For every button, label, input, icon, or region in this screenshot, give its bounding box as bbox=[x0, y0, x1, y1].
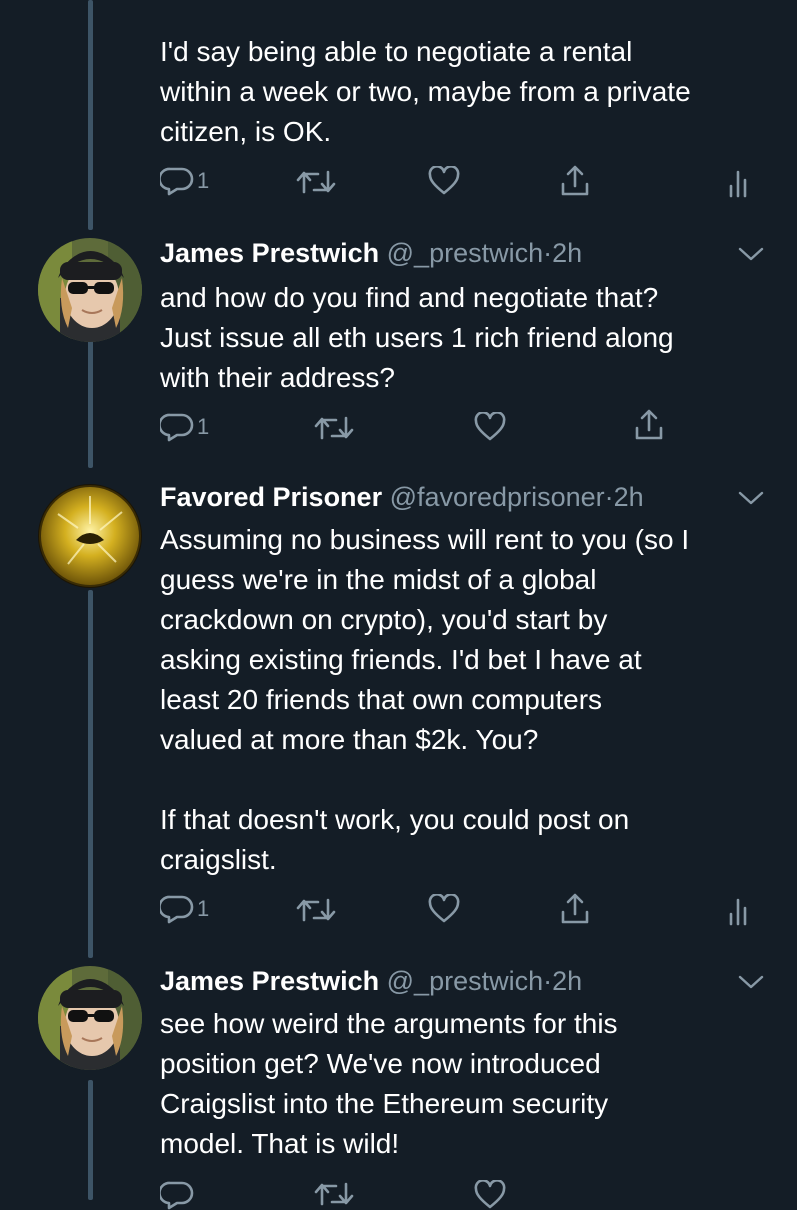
avatar-image bbox=[38, 966, 142, 1070]
like-button[interactable] bbox=[474, 412, 506, 442]
reply-button[interactable]: 1 bbox=[160, 166, 209, 196]
like-button[interactable] bbox=[474, 1180, 506, 1210]
chevron-down-icon[interactable] bbox=[738, 490, 764, 506]
reply-button[interactable]: 1 bbox=[160, 894, 209, 924]
avatar[interactable] bbox=[38, 238, 142, 342]
like-button[interactable] bbox=[428, 166, 460, 196]
tweet-header: Favored Prisoner @favoredprisoner·2h bbox=[160, 480, 644, 514]
separator: · bbox=[543, 238, 553, 268]
analytics-icon bbox=[729, 898, 747, 926]
timestamp[interactable]: 2h bbox=[552, 238, 582, 268]
retweet-icon bbox=[314, 1182, 354, 1206]
username[interactable]: @_prestwich bbox=[387, 238, 543, 268]
retweet-icon bbox=[296, 170, 336, 194]
analytics-button[interactable] bbox=[728, 168, 748, 198]
chevron-down-icon[interactable] bbox=[738, 974, 764, 990]
heart-icon bbox=[428, 166, 460, 195]
tweet-header: James Prestwich @_prestwich·2h bbox=[160, 964, 582, 998]
thread-line bbox=[88, 334, 93, 468]
share-icon bbox=[561, 893, 589, 924]
thread-line bbox=[88, 590, 93, 958]
tweet-text: see how weird the arguments for this pos… bbox=[160, 1008, 618, 1159]
username[interactable]: @favoredprisoner bbox=[390, 482, 605, 512]
display-name[interactable]: James Prestwich bbox=[160, 238, 379, 268]
share-button[interactable] bbox=[560, 164, 590, 198]
thread-line bbox=[88, 1080, 93, 1200]
retweet-button[interactable] bbox=[296, 168, 336, 196]
reply-icon bbox=[160, 1181, 194, 1210]
separator: · bbox=[543, 966, 553, 996]
like-button[interactable] bbox=[428, 894, 460, 924]
share-button[interactable] bbox=[634, 408, 664, 442]
tweet-text: I'd say being able to negotiate a rental… bbox=[160, 36, 691, 147]
heart-icon bbox=[428, 894, 460, 923]
retweet-button[interactable] bbox=[296, 896, 336, 924]
display-name[interactable]: Favored Prisoner bbox=[160, 482, 382, 512]
reply-button[interactable]: 1 bbox=[160, 412, 209, 442]
tweet-header: James Prestwich @_prestwich·2h bbox=[160, 236, 582, 270]
chevron-down-icon[interactable] bbox=[738, 246, 764, 262]
share-icon bbox=[561, 165, 589, 196]
reply-icon bbox=[160, 167, 194, 196]
separator: · bbox=[604, 482, 614, 512]
analytics-icon bbox=[729, 170, 747, 198]
analytics-button[interactable] bbox=[728, 896, 748, 926]
reply-button[interactable] bbox=[160, 1180, 194, 1210]
retweet-button[interactable] bbox=[314, 1180, 354, 1208]
avatar[interactable] bbox=[38, 966, 142, 1070]
share-icon bbox=[635, 409, 663, 440]
retweet-button[interactable] bbox=[314, 414, 354, 442]
avatar-image bbox=[38, 484, 142, 588]
heart-icon bbox=[474, 1180, 506, 1209]
username[interactable]: @_prestwich bbox=[387, 966, 543, 996]
timestamp[interactable]: 2h bbox=[614, 482, 644, 512]
heart-icon bbox=[474, 412, 506, 441]
tweet-text: and how do you find and negotiate that? … bbox=[160, 282, 674, 393]
avatar[interactable] bbox=[38, 484, 142, 588]
reply-icon bbox=[160, 895, 194, 924]
retweet-icon bbox=[314, 416, 354, 440]
retweet-icon bbox=[296, 898, 336, 922]
reply-count: 1 bbox=[197, 896, 210, 921]
timestamp[interactable]: 2h bbox=[552, 966, 582, 996]
thread-line bbox=[88, 0, 93, 230]
reply-count: 1 bbox=[197, 414, 210, 439]
reply-icon bbox=[160, 413, 194, 442]
share-button[interactable] bbox=[560, 892, 590, 926]
tweet-text: Assuming no business will rent to you (s… bbox=[160, 524, 690, 875]
display-name[interactable]: James Prestwich bbox=[160, 966, 379, 996]
avatar-image bbox=[38, 238, 142, 342]
reply-count: 1 bbox=[197, 168, 210, 193]
